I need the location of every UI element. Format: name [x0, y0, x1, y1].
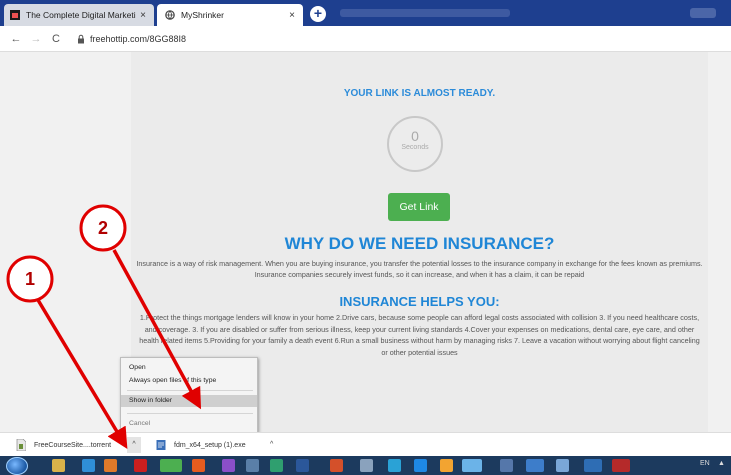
app-taskbar-icon[interactable]	[270, 459, 283, 472]
download-options-chevron-icon[interactable]: ^	[127, 437, 141, 453]
app-taskbar-icon[interactable]	[440, 459, 453, 472]
app-taskbar-icon[interactable]	[222, 459, 235, 472]
tab-close-icon[interactable]: ×	[285, 10, 299, 21]
menu-divider	[127, 413, 253, 414]
app-taskbar-icon[interactable]	[246, 459, 259, 472]
menu-item-cancel[interactable]: Cancel	[121, 418, 257, 430]
back-button[interactable]: ←	[6, 33, 26, 45]
word-taskbar-icon[interactable]	[296, 459, 309, 472]
download-options-chevron-icon[interactable]: ^	[270, 441, 273, 448]
forward-button[interactable]: →	[26, 33, 46, 45]
link-ready-text: YOUR LINK IS ALMOST READY.	[343, 88, 496, 99]
explorer-taskbar-icon[interactable]	[52, 459, 65, 472]
tray-expand-icon[interactable]: ▲	[718, 460, 725, 467]
app-taskbar-icon[interactable]	[526, 459, 544, 472]
new-tab-button[interactable]: +	[310, 6, 326, 22]
paragraph-insurance-helps: 1.Protect the things mortgage lenders wi…	[139, 313, 700, 357]
app-taskbar-icon[interactable]	[360, 459, 373, 472]
heading-why-insurance: WHY DO WE NEED INSURANCE?	[284, 234, 555, 253]
app-taskbar-icon[interactable]	[584, 459, 602, 472]
opera-taskbar-icon[interactable]	[134, 459, 147, 472]
app-taskbar-icon[interactable]	[330, 459, 343, 472]
download-filename: fdm_x64_setup (1).exe	[174, 441, 246, 449]
installer-icon	[156, 440, 166, 450]
menu-divider	[127, 390, 253, 391]
app-taskbar-icon[interactable]	[612, 459, 630, 472]
ie-taskbar-icon[interactable]	[82, 459, 95, 472]
tab-close-icon[interactable]: ×	[136, 10, 150, 21]
get-link-button[interactable]: Get Link	[388, 193, 450, 221]
chrome-taskbar-icon[interactable]	[160, 459, 182, 472]
udemy-favicon-icon	[10, 10, 20, 20]
app-taskbar-icon[interactable]	[462, 459, 482, 472]
tab-digital-marketing[interactable]: The Complete Digital Marketing ×	[4, 4, 154, 26]
download-item-torrent[interactable]: FreeCourseSite....torrent	[16, 437, 111, 453]
menu-item-always-open[interactable]: Always open files of this type	[121, 375, 257, 387]
menu-item-open[interactable]: Open	[121, 362, 257, 374]
url-field[interactable]: freehottip.com/8GG88I8	[90, 34, 186, 44]
app-taskbar-icon[interactable]	[500, 459, 513, 472]
reload-button[interactable]: C	[46, 33, 66, 45]
tab-title: MyShrinker	[181, 10, 224, 20]
vscode-taskbar-icon[interactable]	[414, 459, 427, 472]
address-bar: ← → C freehottip.com/8GG88I8	[0, 26, 731, 52]
windows-taskbar: EN ▲	[0, 456, 731, 475]
heading-insurance-helps: INSURANCE HELPS YOU:	[339, 294, 500, 309]
lock-icon	[78, 34, 84, 43]
browser-tab-strip: The Complete Digital Marketing × MyShrin…	[0, 0, 731, 26]
download-filename: FreeCourseSite....torrent	[34, 441, 112, 449]
countdown-value: 0	[411, 128, 419, 144]
tab-title: The Complete Digital Marketing	[26, 10, 136, 20]
countdown-circle: 0 Seconds	[387, 116, 443, 172]
app-taskbar-icon[interactable]	[556, 459, 569, 472]
language-indicator[interactable]: EN	[700, 460, 710, 467]
firefox-taskbar-icon[interactable]	[192, 459, 205, 472]
download-item-fdm-setup[interactable]: fdm_x64_setup (1).exe	[156, 437, 246, 453]
app-taskbar-icon[interactable]	[388, 459, 401, 472]
globe-favicon-icon	[165, 10, 175, 20]
tab-myshrinker[interactable]: MyShrinker ×	[157, 4, 303, 26]
paragraph-why-insurance: Insurance is a way of risk management. W…	[136, 259, 703, 279]
file-icon	[16, 439, 26, 451]
menu-item-show-in-folder[interactable]: Show in folder	[121, 395, 257, 407]
download-context-menu: Open Always open files of this type Show…	[120, 357, 258, 433]
blurred-region	[340, 9, 510, 17]
countdown-unit: Seconds	[401, 144, 429, 151]
blurred-region	[690, 8, 716, 18]
download-bar: FreeCourseSite....torrent ^ fdm_x64_setu…	[0, 432, 731, 456]
app-taskbar-icon[interactable]	[104, 459, 117, 472]
start-button[interactable]	[6, 457, 28, 475]
